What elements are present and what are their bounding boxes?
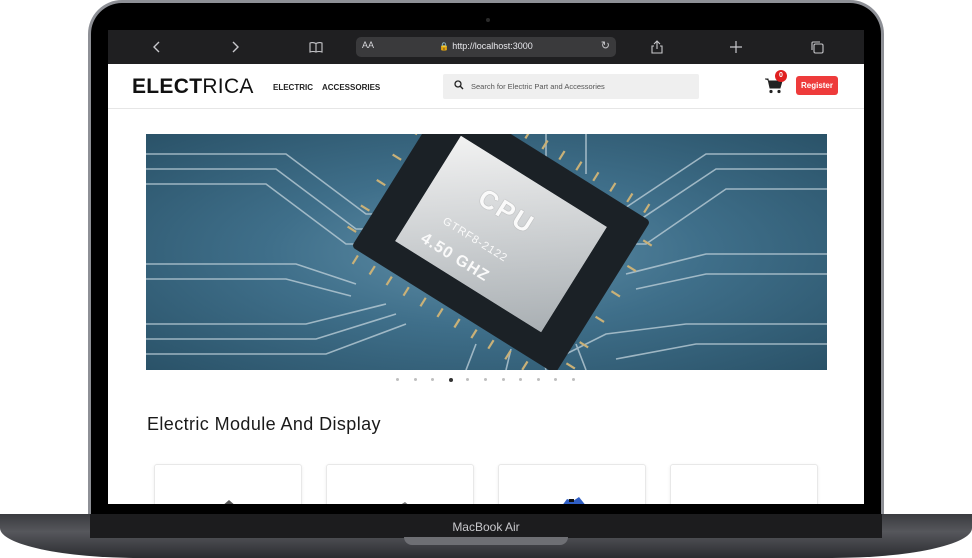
browser-toolbar: AA 🔒 http://localhost:3000 ↻: [108, 30, 864, 64]
carousel-dot[interactable]: [554, 378, 558, 381]
book-icon[interactable]: [305, 37, 327, 57]
url-text: http://localhost:3000: [452, 41, 533, 51]
logo-bold: ELECT: [132, 75, 203, 98]
tabs-icon[interactable]: [806, 37, 828, 57]
lock-icon: 🔒: [439, 42, 450, 51]
carousel-dot[interactable]: [448, 377, 453, 382]
carousel-dot[interactable]: [431, 378, 435, 381]
plus-icon[interactable]: [725, 37, 747, 57]
product-thumbnail: [401, 502, 408, 504]
cart-count-badge: 0: [775, 70, 787, 82]
carousel-dot[interactable]: [501, 378, 505, 381]
reload-icon[interactable]: ↻: [601, 39, 610, 52]
site-header: ELECTRICA ELECTRIC ACCESSORIES 0 Registe…: [108, 64, 864, 109]
share-icon[interactable]: [646, 37, 668, 57]
carousel-dot[interactable]: [396, 378, 399, 381]
carousel-dot[interactable]: [413, 378, 417, 381]
laptop-hinge: [404, 537, 568, 545]
carousel-dot[interactable]: [536, 378, 540, 381]
product-thumbnail: [563, 497, 585, 504]
product-card[interactable]: [326, 464, 474, 504]
product-card[interactable]: [498, 464, 646, 504]
nav-accessories[interactable]: ACCESSORIES: [322, 83, 380, 92]
search-input[interactable]: [471, 74, 691, 99]
search-box: [443, 74, 699, 99]
carousel-dot[interactable]: [572, 378, 575, 381]
product-card[interactable]: [670, 464, 818, 504]
carousel-dot[interactable]: [484, 378, 487, 381]
site-logo[interactable]: ELECTRICA: [132, 75, 254, 99]
section-title: Electric Module And Display: [147, 414, 381, 434]
hero-banner[interactable]: CPU GTRF8-2122 4.50 GHZ: [146, 134, 827, 370]
camera-icon: [486, 18, 490, 22]
carousel-dot[interactable]: [466, 378, 470, 381]
model-label: MacBook Air: [452, 520, 520, 534]
carousel-dot[interactable]: [519, 378, 523, 381]
product-thumbnail: [224, 500, 234, 504]
url-text-wrap: 🔒 http://localhost:3000: [356, 41, 616, 51]
chevron-left-icon[interactable]: [146, 37, 168, 57]
product-card[interactable]: [154, 464, 302, 504]
search-icon[interactable]: [454, 80, 464, 90]
logo-light: RICA: [202, 75, 254, 98]
nav-electric[interactable]: ELECTRIC: [273, 83, 313, 92]
url-bar[interactable]: AA 🔒 http://localhost:3000 ↻: [356, 37, 616, 57]
screen: AA 🔒 http://localhost:3000 ↻ ELECTRICA EL…: [108, 30, 864, 504]
register-button[interactable]: Register: [796, 76, 838, 95]
chevron-right-icon[interactable]: [224, 37, 246, 57]
